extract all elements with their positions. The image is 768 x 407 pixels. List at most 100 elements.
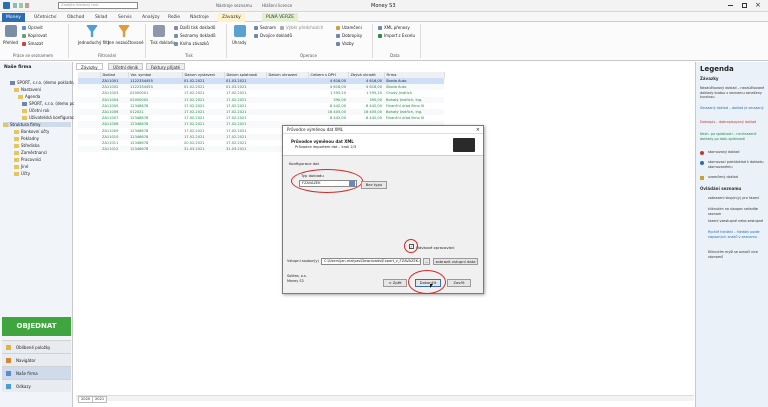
tree-item-settings[interactable]: Nastavení [14, 87, 41, 92]
tab-servis[interactable]: Servis [114, 13, 136, 22]
tab-zavazky[interactable]: Závazky [218, 13, 245, 22]
folder-icon [3, 123, 8, 127]
tab-received-invoices[interactable]: Faktury přijaté [146, 63, 185, 70]
folder-icon [22, 116, 27, 120]
unposted-filter-button[interactable]: Jen nezaúčtované [108, 40, 144, 45]
list-icon [254, 26, 258, 30]
tree-item-label: Účetní rok [29, 108, 50, 113]
links-button[interactable]: Vazby [336, 41, 354, 46]
minimize-icon[interactable] [728, 5, 733, 6]
lock-icon [336, 26, 340, 30]
tree-item-label: Zaměstnanci [21, 150, 48, 155]
print-icon[interactable] [5, 25, 17, 37]
order-button[interactable]: OBJEDNAT [2, 317, 71, 336]
tab-obchod[interactable]: Obchod [63, 13, 88, 22]
nav-navigator[interactable]: Navigátor [2, 353, 71, 366]
group-label-list: Práce se seznamem [13, 53, 54, 58]
close-button[interactable]: Zavřít [447, 279, 471, 287]
input-file-field[interactable]: C:\Users\jan.matyas\Downloads\Export_z_F… [321, 258, 421, 265]
simple-filter-button[interactable]: Jednoduchý filtr [78, 40, 109, 45]
tab-rezie[interactable]: Režie [164, 13, 184, 22]
tree-item-label: Uživatelská konfigurace [29, 115, 77, 120]
print-document-button[interactable]: Tisk dokladu [150, 40, 175, 45]
tree-item-agenda[interactable]: Agenda [18, 94, 40, 99]
tab-money[interactable]: Money [2, 13, 25, 22]
nav-links[interactable]: Odkazy [2, 379, 71, 392]
credit-notes-button[interactable]: Dobropisy [336, 33, 362, 38]
tab-liabilities[interactable]: Závazky [76, 63, 103, 70]
tab-sklad[interactable]: Sklad [91, 13, 111, 22]
ribbon: Přehled Opravit Kopírovat Smazat Práce s… [0, 22, 768, 61]
tree-item-accounts[interactable]: Účty [14, 171, 30, 176]
advanced-filter-icon[interactable] [118, 25, 130, 37]
payments-icon[interactable] [234, 25, 246, 37]
tree-item-employees[interactable]: Zaměstnanci [14, 150, 47, 155]
legend-item: řazení vzestupné nebo sestupné [708, 219, 764, 223]
tree-item-bank-accounts[interactable]: Bankovní účty [14, 129, 49, 134]
back-button[interactable]: < Zpět [383, 279, 407, 287]
nav-favorites[interactable]: Oblíbené položky [2, 340, 71, 353]
table-cell: ZA11012 [100, 146, 128, 153]
edit-icon [22, 26, 26, 30]
lock-button[interactable]: Uzamčení [336, 25, 362, 30]
tree-item-other[interactable]: Jiné [14, 164, 28, 169]
tab-plna-verze[interactable]: PLNÁ VERZE [262, 13, 299, 22]
search-input[interactable]: Zadejte hledaný text [58, 2, 138, 9]
maximize-icon[interactable] [742, 3, 747, 8]
delete-icon [22, 42, 26, 46]
legend-item: Rychlé hledání – hledání podle napsaných… [708, 230, 760, 239]
prev-selection-button[interactable]: Výběr předchozích [280, 25, 323, 30]
close-icon[interactable]: × [755, 1, 761, 9]
doc-lists-button[interactable]: Seznamy dokladů [174, 33, 216, 38]
delete-button[interactable]: Smazat [22, 41, 43, 46]
tree-item-fiscal-year[interactable]: Účetní rok [22, 108, 49, 113]
doc-pairs-button[interactable]: Dvojice dokladů [254, 33, 292, 38]
dialog-close-icon[interactable]: × [476, 126, 480, 134]
dialog-window-title: Průvodce výměnou dat XML [287, 127, 343, 132]
copy-button[interactable]: Kopírovat [22, 33, 47, 38]
tab-analyzy[interactable]: Analýzy [138, 13, 164, 22]
list-button[interactable]: Seznam [254, 25, 276, 30]
highlight-batch-checkbox [404, 239, 418, 253]
ribbon-separator [68, 24, 69, 58]
nav-navigator-label: Navigátor [16, 358, 36, 363]
tree-item-structure[interactable]: Struktura firmy [3, 122, 71, 127]
tab-ucetnictvi[interactable]: Účetnictví [30, 13, 61, 22]
filter-icon[interactable] [86, 25, 98, 37]
show-input-data-button[interactable]: zobrazit vstupní data [433, 258, 478, 265]
xml-transfers-label: XML přenosy [384, 25, 410, 30]
tree-item-company[interactable]: SPORT, s.r.o. (demo pokladna) [10, 80, 78, 85]
group-label-filter: Filtrování [98, 53, 117, 58]
payments-button[interactable]: Úhrady [232, 40, 246, 45]
tree-item-workers[interactable]: Pracovníci [14, 157, 41, 162]
browse-button[interactable]: ... [423, 258, 430, 265]
edit-button[interactable]: Opravit [22, 25, 43, 30]
batch-checkbox-label: Dávkové zpracování [416, 245, 455, 250]
horizontal-scrollbar[interactable]: 2020 2021 [76, 395, 694, 403]
year-tab-2021[interactable]: 2021 [92, 396, 108, 403]
no-type-button[interactable]: Bez typu [361, 181, 387, 189]
folder-icon [14, 165, 19, 169]
tab-journal[interactable]: Účetní deník [108, 63, 144, 70]
print-document-icon[interactable] [153, 25, 165, 37]
excel-import-label: Import z Excelu [384, 33, 416, 38]
folder-icon [14, 158, 19, 162]
excel-import-button[interactable]: Import z Excelu [378, 33, 415, 38]
group-label-data: Data [390, 53, 400, 58]
print-preview-button[interactable]: Přehled [3, 40, 18, 45]
tree-item-cash-desks[interactable]: Pokladny [14, 136, 39, 141]
more-print-button[interactable]: Další tisk dokladů [174, 25, 215, 30]
legend-item: zobrazení skupin(y) pro řazení [708, 196, 760, 200]
tree-item-user-config[interactable]: Uživatelská konfigurace [22, 115, 77, 120]
nav-our-company[interactable]: Naše firma [2, 366, 71, 379]
tree-item-label: Střediska [21, 143, 40, 148]
quick-access-icons[interactable] [13, 3, 33, 8]
dialog-header-title: Průvodce výměnou dat XML [291, 139, 354, 144]
tree-item-centers[interactable]: Střediska [14, 143, 40, 148]
year-tab-2020[interactable]: 2020 [78, 396, 94, 403]
liabilities-book-button[interactable]: Kniha závazků [174, 41, 209, 46]
ribbon-separator [420, 24, 421, 58]
tab-nastroje[interactable]: Nástroje [186, 13, 213, 22]
xml-transfers-button[interactable]: XML přenosy [378, 25, 410, 30]
copy-icon [22, 34, 26, 38]
